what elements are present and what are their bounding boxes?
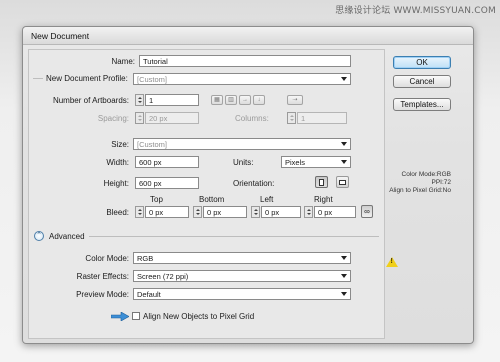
profile-value: [Custom] [137, 75, 168, 84]
bleed-right-stepper[interactable] [304, 206, 313, 218]
preview-mode-label: Preview Mode: [76, 290, 129, 299]
bleed-bottom-label: Bottom [199, 195, 225, 204]
profile-group-line [33, 78, 43, 79]
units-value: Pixels [285, 158, 306, 167]
bleed-right-label: Right [314, 195, 333, 204]
raster-effects-select[interactable]: Screen (72 ppi) [133, 270, 351, 282]
spacing-label: Spacing: [97, 114, 129, 123]
height-label: Height: [103, 179, 129, 188]
height-field[interactable]: 600 px [135, 177, 199, 189]
raster-effects-value: Screen (72 ppi) [137, 272, 189, 281]
arrange-by-column-icon[interactable]: ↓ [253, 95, 265, 105]
new-document-dialog: New Document Name: Tutorial New Document… [22, 26, 474, 344]
bleed-right-field[interactable]: 0 px [314, 206, 356, 218]
grid-by-row-icon[interactable]: ▦ [211, 95, 223, 105]
size-label: Size: [111, 140, 129, 149]
templates-button[interactable]: Templates... [393, 98, 451, 111]
orientation-label: Orientation: [233, 179, 275, 188]
width-label: Width: [106, 158, 129, 167]
landscape-icon [339, 180, 346, 185]
advanced-separator [89, 236, 379, 237]
bleed-bottom-field[interactable]: 0 px [203, 206, 247, 218]
spacing-stepper[interactable] [135, 112, 144, 124]
pointer-arrow-icon [111, 312, 129, 321]
warning-mark: ! [390, 258, 393, 265]
spacing-field[interactable]: 20 px [145, 112, 199, 124]
name-label: Name: [111, 57, 135, 66]
chevron-down-icon [341, 274, 347, 278]
chevron-down-icon [341, 292, 347, 296]
portrait-orientation-button[interactable] [315, 176, 328, 188]
artboards-label: Number of Artboards: [52, 96, 129, 105]
bleed-left-field[interactable]: 0 px [261, 206, 301, 218]
chevron-down-icon [341, 142, 347, 146]
cancel-button[interactable]: Cancel [393, 75, 451, 88]
bleed-label: Bleed: [106, 208, 129, 217]
bleed-left-label: Left [260, 195, 274, 204]
summary-ppi: PPI:72 [431, 179, 451, 186]
link-bleed-icon[interactable]: ∞ [361, 205, 373, 218]
portrait-icon [319, 179, 324, 186]
chevron-down-icon [341, 256, 347, 260]
columns-label: Columns: [235, 114, 269, 123]
title-bar: New Document [23, 27, 473, 45]
dialog-title: New Document [31, 31, 90, 41]
watermark: 思缘设计论坛 WWW.MISSYUAN.COM [335, 6, 496, 16]
columns-stepper[interactable] [287, 112, 296, 124]
chevron-down-icon [341, 160, 347, 164]
units-label: Units: [233, 158, 254, 167]
profile-select[interactable]: [Custom] [133, 73, 351, 85]
bleed-top-label: Top [150, 195, 163, 204]
advanced-label: Advanced [49, 232, 85, 241]
raster-effects-label: Raster Effects: [76, 272, 129, 281]
bleed-left-stepper[interactable] [251, 206, 260, 218]
preview-mode-select[interactable]: Default [133, 288, 351, 300]
color-mode-select[interactable]: RGB [133, 252, 351, 264]
units-select[interactable]: Pixels [281, 156, 351, 168]
grid-by-column-icon[interactable]: ▥ [225, 95, 237, 105]
align-pixel-grid-checkbox[interactable] [132, 312, 140, 320]
width-field[interactable]: 600 px [135, 156, 199, 168]
ok-button[interactable]: OK [393, 56, 451, 69]
color-mode-value: RGB [137, 254, 154, 263]
right-to-left-icon[interactable]: ⇢ [287, 95, 303, 105]
collapse-advanced-icon[interactable]: ⌃ [34, 231, 44, 241]
size-select[interactable]: [Custom] [133, 138, 351, 150]
summary-color-mode: Color Mode:RGB [401, 171, 452, 178]
bleed-top-field[interactable]: 0 px [145, 206, 189, 218]
bleed-bottom-stepper[interactable] [193, 206, 202, 218]
arrange-by-row-icon[interactable]: → [239, 95, 251, 105]
align-pixel-grid-label: Align New Objects to Pixel Grid [143, 312, 255, 321]
profile-label: New Document Profile: [46, 74, 128, 83]
artboards-field[interactable]: 1 [145, 94, 199, 106]
settings-panel: Name: Tutorial New Document Profile: [Cu… [28, 49, 385, 339]
chevron-down-icon [341, 77, 347, 81]
bleed-top-stepper[interactable] [135, 206, 144, 218]
columns-field[interactable]: 1 [297, 112, 347, 124]
color-mode-label: Color Mode: [85, 254, 129, 263]
preview-mode-value: Default [137, 290, 161, 299]
name-field[interactable]: Tutorial [139, 55, 351, 67]
artboards-stepper[interactable] [135, 94, 144, 106]
summary-align: Align to Pixel Grid:No [389, 187, 451, 194]
size-value: [Custom] [137, 140, 168, 149]
landscape-orientation-button[interactable] [336, 176, 349, 188]
